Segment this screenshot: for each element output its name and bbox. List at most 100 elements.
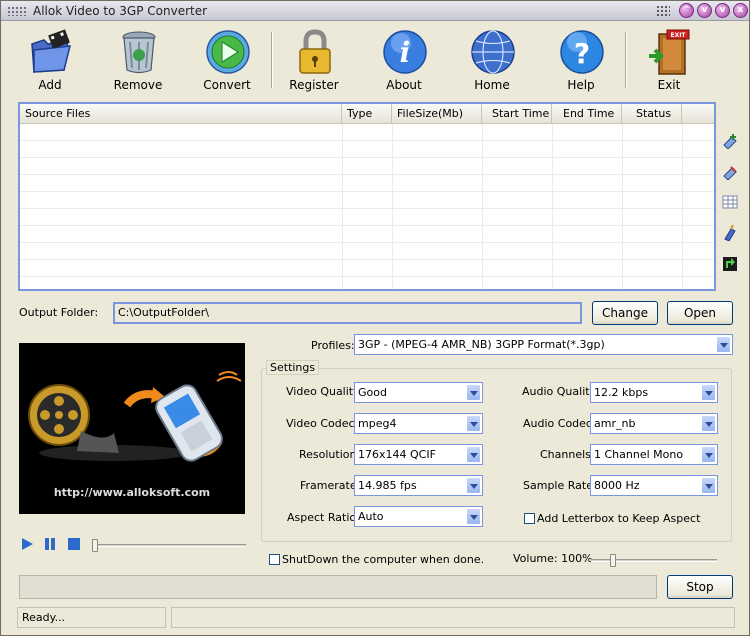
restore-button[interactable]: v [715,3,730,18]
toolbar-separator [625,32,627,88]
exit-button[interactable]: EXIT Exit [634,22,704,96]
chevron-down-icon[interactable] [466,508,481,525]
letterbox-checkbox[interactable] [524,513,535,524]
chevron-down-icon[interactable] [466,384,481,401]
settings-title: Settings [266,360,320,375]
video-quality-value: Good [358,386,387,399]
audio-codec-select[interactable]: amr_nb [590,413,718,434]
remove-button[interactable]: Remove [103,22,173,96]
register-button[interactable]: Register [279,22,349,96]
chevron-down-icon[interactable] [466,446,481,463]
framerate-label: Framerate: [300,479,361,492]
add-button[interactable]: Add [15,22,85,96]
list-row [20,175,714,192]
chevron-down-icon[interactable] [701,477,716,494]
list-row [20,243,714,260]
list-header: Source Files Type FileSize(Mb) Start Tim… [20,104,714,124]
sample-rate-value: 8000 Hz [594,479,640,492]
chevron-down-icon[interactable] [701,446,716,463]
stop-icon[interactable] [67,537,81,551]
list-row [20,124,714,141]
aspect-ratio-select[interactable]: Auto [354,506,483,527]
play-icon[interactable] [20,537,34,551]
change-button[interactable]: Change [592,301,658,325]
column-type[interactable]: Type [342,104,392,124]
help-button[interactable]: ? Help [546,22,616,96]
video-codec-value: mpeg4 [358,417,397,430]
framerate-select[interactable]: 14.985 fps [354,475,483,496]
channels-label: Channels: [540,448,595,461]
column-filesize[interactable]: FileSize(Mb) [392,104,482,124]
open-button[interactable]: Open [667,301,733,325]
column-start-time[interactable]: Start Time [482,104,552,124]
dots-icon[interactable] [656,5,670,17]
shutdown-checkbox[interactable] [269,554,280,565]
home-label: Home [474,78,510,92]
seek-thumb[interactable] [92,539,98,552]
chevron-down-icon[interactable] [701,384,716,401]
audio-quality-label: Audio Quality: [522,385,599,398]
video-preview: http://www.alloksoft.com [19,343,245,514]
status-text: Ready... [17,607,166,628]
select-all-icon[interactable] [722,194,738,210]
chevron-down-icon[interactable] [466,477,481,494]
shutdown-label: ShutDown the computer when done. [282,553,485,566]
move-down-icon[interactable] [722,164,738,180]
profiles-select[interactable]: 3GP - (MPEG-4 AMR_NB) 3GPP Format(*.3gp) [354,334,733,355]
info-icon: i [383,30,427,74]
exit-door-icon: EXIT [649,29,690,75]
video-quality-select[interactable]: Good [354,382,483,403]
list-row [20,141,714,158]
refresh-icon[interactable] [722,256,738,272]
channels-select[interactable]: 1 Channel Mono [590,444,718,465]
maximize-button[interactable]: v [697,3,712,18]
svg-text:i: i [400,36,411,69]
audio-quality-select[interactable]: 12.2 kbps [590,382,718,403]
globe-icon [471,30,515,74]
progress-bar [19,575,657,599]
seek-slider[interactable] [94,544,246,547]
video-codec-select[interactable]: mpeg4 [354,413,483,434]
toolbar: Add Remove Convert Register i About Home… [1,22,749,98]
about-button[interactable]: i About [369,22,439,96]
exit-label: Exit [657,78,681,92]
audio-codec-value: amr_nb [594,417,636,430]
app-window: Allok Video to 3GP Converter ^ v v x Add [0,0,750,636]
video-quality-label: Video Quality: [286,385,363,398]
minimize-button[interactable]: ^ [679,3,694,18]
output-folder-label: Output Folder: [19,306,99,319]
sample-rate-select[interactable]: 8000 Hz [590,475,718,496]
clear-list-icon[interactable] [722,225,738,241]
list-row [20,226,714,243]
column-source-files[interactable]: Source Files [20,104,342,124]
title-grip-icon [7,6,27,16]
profiles-label: Profiles: [311,339,355,352]
preview-url: http://www.alloksoft.com [53,486,211,499]
sample-rate-label: Sample Rate: [523,479,597,492]
stop-button[interactable]: Stop [667,575,733,599]
video-codec-label: Video Codec: [286,417,359,430]
resolution-select[interactable]: 176x144 QCIF [354,444,483,465]
convert-button[interactable]: Convert [192,22,262,96]
chevron-down-icon[interactable] [466,415,481,432]
audio-quality-value: 12.2 kbps [594,386,649,399]
channels-value: 1 Channel Mono [594,448,684,461]
list-row [20,260,714,277]
chevron-down-icon[interactable] [701,415,716,432]
remove-label: Remove [113,78,163,92]
output-folder-field[interactable]: C:\OutputFolder\ [113,302,582,324]
play-convert-icon [206,30,250,74]
window-title: Allok Video to 3GP Converter [33,4,208,18]
pause-icon[interactable] [43,537,57,551]
close-button[interactable]: x [733,3,748,18]
volume-thumb[interactable] [610,554,616,567]
add-folder-icon [31,29,71,73]
padlock-icon [299,29,331,74]
move-up-icon[interactable] [722,133,738,149]
column-end-time[interactable]: End Time [552,104,622,124]
help-label: Help [567,78,595,92]
column-status[interactable]: Status [622,104,682,124]
home-button[interactable]: Home [457,22,527,96]
chevron-down-icon[interactable] [716,336,731,353]
source-files-list[interactable]: Source Files Type FileSize(Mb) Start Tim… [18,102,716,291]
